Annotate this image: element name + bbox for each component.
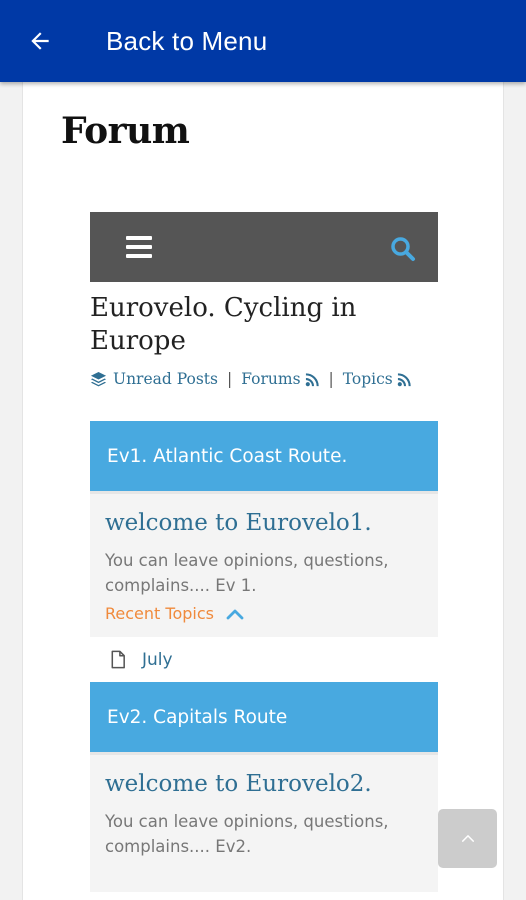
forum-card: Ev2. Capitals Route welcome to Eurovelo2… [90,682,438,892]
forums-label: Forums [241,370,301,388]
app-bar: Back to Menu [0,0,526,82]
main-content: Forum Eurovelo. Cycling in Europe Unread… [22,82,504,900]
forum-description: You can leave opinions, questions, compl… [105,812,389,856]
forums-feed-link[interactable]: Forums [241,370,319,388]
category-body: welcome to Eurovelo2. You can leave opin… [90,752,438,892]
link-separator: | [227,370,233,388]
category-body: welcome to Eurovelo1. You can leave opin… [90,491,438,637]
topic-link[interactable]: July [142,650,173,670]
forum-card: Ev1. Atlantic Coast Route. welcome to Eu… [90,421,438,637]
forum-links: Unread Posts | Forums | Topics [90,370,438,388]
chevron-up-icon [214,608,244,620]
topics-label: Topics [342,370,393,388]
category-header[interactable]: Ev2. Capitals Route [90,682,438,752]
link-separator: | [328,370,334,388]
category-header[interactable]: Ev1. Atlantic Coast Route. [90,421,438,491]
forum-container: Eurovelo. Cycling in Europe Unread Posts… [90,212,438,892]
recent-topics-toggle[interactable]: Recent Topics [105,604,423,623]
forum-title-link[interactable]: welcome to Eurovelo1. [105,510,423,536]
topics-feed-link[interactable]: Topics [343,370,412,388]
page-title: Forum [61,110,190,152]
topic-row[interactable]: July [90,637,438,682]
hamburger-menu-icon[interactable] [126,236,152,258]
layers-icon [90,371,107,388]
search-icon[interactable] [390,236,416,262]
scroll-to-top-button[interactable] [438,809,497,868]
forum-navbar [90,212,438,282]
chevron-up-icon [461,834,475,843]
document-icon [110,650,126,669]
rss-icon [397,372,412,387]
back-to-menu-label[interactable]: Back to Menu [106,26,267,57]
forum-title-link[interactable]: welcome to Eurovelo2. [105,771,423,797]
unread-posts-link[interactable]: Unread Posts [90,370,218,388]
recent-topics-label: Recent Topics [105,604,214,623]
forum-description: You can leave opinions, questions, compl… [105,551,389,595]
forum-name: Eurovelo. Cycling in Europe [90,293,357,356]
unread-posts-label: Unread Posts [113,370,218,388]
back-arrow-icon[interactable] [0,0,82,82]
rss-icon [305,372,320,387]
